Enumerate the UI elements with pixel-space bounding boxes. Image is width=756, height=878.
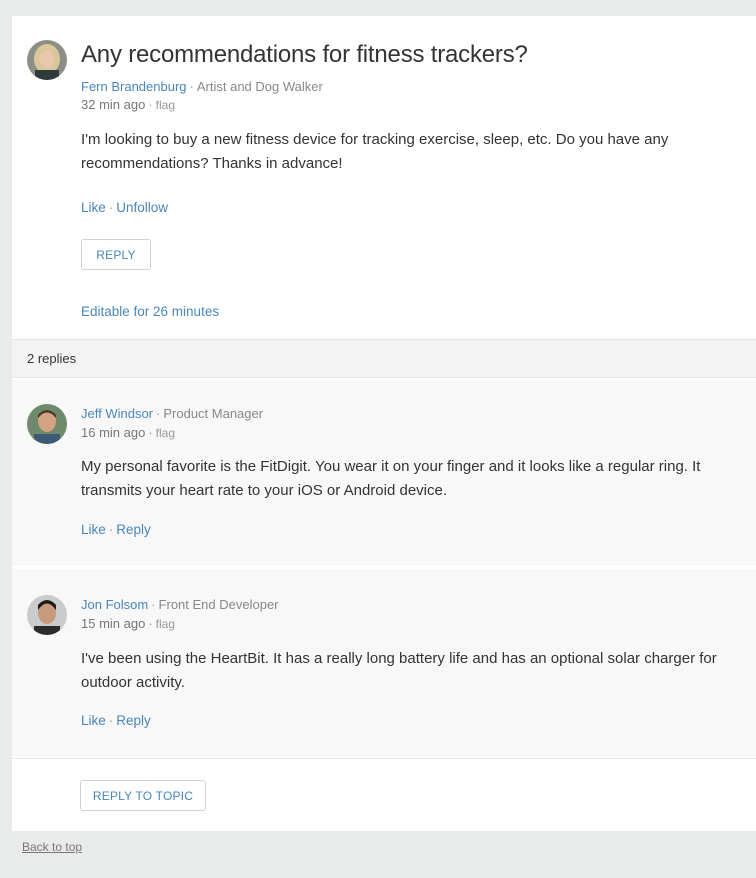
- separator-dot: ·: [148, 616, 153, 631]
- like-link[interactable]: Like: [81, 200, 106, 215]
- like-link[interactable]: Like: [81, 713, 106, 728]
- author-name[interactable]: Fern Brandenburg: [81, 79, 187, 94]
- reply-item: Jon Folsom · Front End Developer 15 min ag…: [12, 569, 756, 757]
- reply-actions: Like · Reply: [81, 522, 151, 537]
- author-role: Artist and Dog Walker: [196, 79, 323, 94]
- timestamp-line: 16 min ago · flag: [81, 425, 175, 440]
- author-line: Jeff Windsor · Product Manager: [81, 406, 263, 421]
- replies-count-bar: 2 replies: [12, 339, 756, 378]
- page-title: Any recommendations for fitness trackers…: [81, 41, 528, 68]
- author-role: Product Manager: [163, 406, 264, 421]
- reply-item: Jeff Windsor · Product Manager 16 min ago ·…: [12, 380, 756, 566]
- author-line: Fern Brandenburg · Artist and Dog Walker: [81, 79, 323, 94]
- editable-notice[interactable]: Editable for 26 minutes: [81, 304, 219, 319]
- avatar[interactable]: [27, 595, 67, 635]
- separator-dot: ·: [148, 97, 153, 112]
- flag-link[interactable]: flag: [156, 617, 175, 631]
- reply-button[interactable]: REPLY: [81, 239, 151, 270]
- separator-dot: ·: [156, 406, 161, 421]
- topic-post: Any recommendations for fitness trackers…: [12, 16, 756, 339]
- post-body: I'm looking to buy a new fitness device …: [81, 131, 669, 172]
- topic-footer: REPLY TO TOPIC: [12, 758, 756, 831]
- back-to-top-link[interactable]: Back to top: [22, 840, 82, 854]
- separator-dot: ·: [108, 200, 114, 215]
- timestamp: 16 min ago: [81, 425, 146, 440]
- reply-link[interactable]: Reply: [116, 713, 151, 728]
- timestamp-line: 32 min ago · flag: [81, 97, 175, 112]
- timestamp: 32 min ago: [81, 97, 146, 112]
- timestamp-line: 15 min ago · flag: [81, 616, 175, 631]
- replies-count: 2 replies: [27, 351, 77, 366]
- reply-to-topic-button[interactable]: REPLY TO TOPIC: [80, 780, 206, 811]
- separator-dot: ·: [108, 522, 114, 537]
- unfollow-link[interactable]: Unfollow: [116, 200, 168, 215]
- reply-actions: Like · Reply: [81, 713, 151, 728]
- topic-card: Any recommendations for fitness trackers…: [12, 16, 756, 831]
- author-name[interactable]: Jon Folsom: [81, 597, 148, 612]
- separator-dot: ·: [148, 425, 153, 440]
- post-actions: Like · Unfollow: [81, 200, 168, 215]
- author-role: Front End Developer: [158, 597, 279, 612]
- avatar[interactable]: [27, 404, 67, 444]
- flag-link[interactable]: flag: [156, 426, 175, 440]
- like-link[interactable]: Like: [81, 522, 106, 537]
- separator-dot: ·: [151, 597, 156, 612]
- avatar[interactable]: [27, 40, 67, 80]
- separator-dot: ·: [108, 713, 114, 728]
- author-line: Jon Folsom · Front End Developer: [81, 597, 279, 612]
- reply-link[interactable]: Reply: [116, 522, 151, 537]
- reply-body: I've been using the HeartBit. It has a r…: [81, 650, 717, 691]
- separator-dot: ·: [189, 79, 194, 94]
- reply-body: My personal favorite is the FitDigit. Yo…: [81, 458, 701, 499]
- flag-link[interactable]: flag: [156, 98, 175, 112]
- timestamp: 15 min ago: [81, 616, 146, 631]
- author-name[interactable]: Jeff Windsor: [81, 406, 153, 421]
